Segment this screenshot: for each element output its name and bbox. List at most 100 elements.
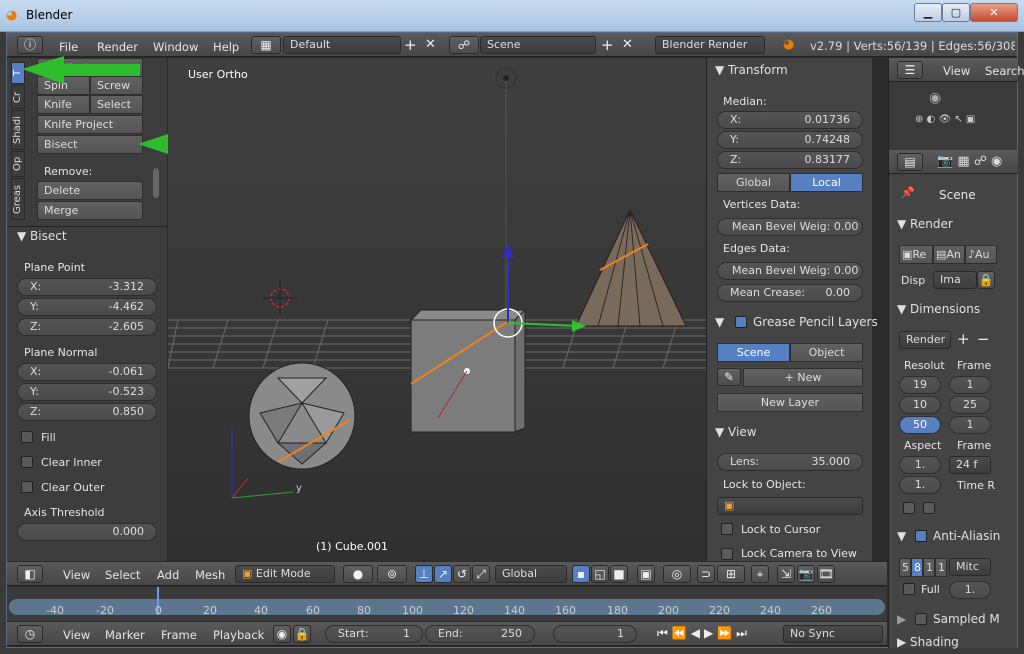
aspect-x[interactable]: 1. xyxy=(899,456,941,474)
snap-element-icon[interactable]: ⊞ xyxy=(717,565,745,583)
median-y[interactable]: Y: 0.74248 xyxy=(717,131,863,149)
timeline-editor-icon[interactable]: ◷ xyxy=(17,625,43,643)
border-checkbox[interactable] xyxy=(903,502,915,514)
knife-select-button[interactable]: Select xyxy=(90,95,143,114)
add-preset-icon[interactable]: + xyxy=(957,330,970,348)
antialias-panel-arrow[interactable]: ▼ xyxy=(897,529,906,543)
lock-object-field[interactable]: ▣ xyxy=(717,497,863,515)
frame-step[interactable]: 1 xyxy=(949,416,991,434)
knife-project-button[interactable]: Knife Project xyxy=(37,115,143,134)
local-toggle[interactable]: Local xyxy=(790,173,863,192)
timeline-menu-view[interactable]: View xyxy=(63,628,90,642)
scale-icon[interactable]: ⤢ xyxy=(472,565,490,583)
menu-file[interactable]: File xyxy=(59,40,78,54)
plane-normal-x[interactable]: X: -0.061 xyxy=(17,363,157,381)
frame-rate-select[interactable]: 24 f xyxy=(949,456,991,474)
timeline-menu-playback[interactable]: Playback xyxy=(213,628,264,642)
render-panel-title[interactable]: ▼ Render xyxy=(897,217,953,231)
timeline-scrubber[interactable] xyxy=(9,599,885,615)
new-grease-button[interactable]: + New xyxy=(743,368,863,387)
clear-inner-checkbox[interactable] xyxy=(21,456,33,468)
delete-screen-icon[interactable]: ✕ xyxy=(425,37,436,52)
lock-camera-checkbox[interactable] xyxy=(721,548,733,560)
playback-controls[interactable]: ⏮⏪◀▶⏩⏭ xyxy=(657,626,751,641)
aa-samples-5[interactable]: 5 xyxy=(899,558,911,577)
outliner-view-menu[interactable]: View xyxy=(943,64,970,78)
translate-icon[interactable]: ↗ xyxy=(434,565,452,583)
plane-point-x[interactable]: X: -3.312 xyxy=(17,278,157,296)
render-view-icon[interactable]: ⇲ xyxy=(777,565,795,583)
plane-point-y[interactable]: Y: -4.462 xyxy=(17,298,157,316)
resolution-percentage[interactable]: 50 xyxy=(899,416,941,434)
mean-bevel-vertex[interactable]: Mean Bevel Weig: 0.00 xyxy=(717,218,863,236)
transform-orientation-select[interactable]: Global xyxy=(495,565,567,583)
screen-layout-icon[interactable]: ▦ xyxy=(251,36,281,54)
pin-icon[interactable]: 📌 xyxy=(901,186,915,199)
dimensions-panel-title[interactable]: ▼ Dimensions xyxy=(897,302,980,316)
proportional-edit-icon[interactable]: ◎ xyxy=(663,565,691,583)
menu-render[interactable]: Render xyxy=(97,40,138,54)
render-animation-button[interactable]: ▤An xyxy=(933,245,965,264)
start-frame-field[interactable]: Start: 1 xyxy=(325,625,423,643)
lock-cursor-checkbox[interactable] xyxy=(721,523,733,535)
median-x[interactable]: X: 0.01736 xyxy=(717,111,863,129)
manipulator-icon[interactable]: ⊥ xyxy=(415,565,433,583)
timeline[interactable] xyxy=(7,587,887,621)
delete-scene-icon[interactable]: ✕ xyxy=(622,37,633,52)
view3d-menu-mesh[interactable]: Mesh xyxy=(195,568,225,582)
tab-options[interactable]: Op xyxy=(11,151,25,177)
snap-icon[interactable]: ⊃ xyxy=(697,565,715,583)
display-select[interactable]: Ima xyxy=(933,271,977,289)
timeline-menu-frame[interactable]: Frame xyxy=(161,628,197,642)
full-sample-checkbox[interactable] xyxy=(903,583,915,595)
add-screen-icon[interactable]: + xyxy=(404,36,417,54)
3d-view-editor-icon[interactable]: ◧ xyxy=(17,565,43,583)
plane-point-z[interactable]: Z: -2.605 xyxy=(17,318,157,336)
lock-range-icon[interactable]: 🔒 xyxy=(293,625,311,643)
opengl-anim-icon[interactable]: 🎞 xyxy=(817,565,835,583)
view-panel-title[interactable]: ▼ View xyxy=(715,425,757,439)
sampled-panel-arrow[interactable]: ▶ xyxy=(897,612,906,626)
knife-button[interactable]: Knife xyxy=(37,95,90,114)
frame-start[interactable]: 1 xyxy=(949,376,991,394)
render-image-button[interactable]: ▣Re xyxy=(899,245,933,264)
menu-window[interactable]: Window xyxy=(153,40,198,54)
rotate-icon[interactable]: ↺ xyxy=(453,565,471,583)
lock-icon[interactable]: 🔒 xyxy=(977,271,995,289)
info-editor-icon[interactable]: ⓘ xyxy=(17,36,43,54)
scene-field[interactable]: Scene xyxy=(480,36,596,54)
tool-shelf-scrollbar[interactable] xyxy=(153,168,159,198)
grease-panel-arrow[interactable]: ▼ xyxy=(715,315,724,329)
record-keyframe-icon[interactable]: ◉ xyxy=(273,625,291,643)
aspect-y[interactable]: 1. xyxy=(899,476,941,494)
tab-create[interactable]: Cr xyxy=(11,85,25,109)
aa-samples-16[interactable]: 1 xyxy=(935,558,947,577)
opengl-render-icon[interactable]: 📷 xyxy=(797,565,815,583)
minimize-button[interactable]: ▁ xyxy=(914,3,942,22)
filter-select[interactable]: Mitc xyxy=(949,558,991,576)
aa-samples-8[interactable]: 8 xyxy=(911,558,923,577)
menu-help[interactable]: Help xyxy=(213,40,239,54)
pivot-point-icon[interactable]: ⊚ xyxy=(377,565,407,583)
vertex-select-icon[interactable]: ▪ xyxy=(572,565,590,583)
add-scene-icon[interactable]: + xyxy=(601,36,614,54)
view3d-menu-view[interactable]: View xyxy=(63,568,90,582)
snap-target-icon[interactable]: ⌖ xyxy=(751,565,769,583)
merge-menu[interactable]: Merge xyxy=(37,201,143,220)
clear-outer-checkbox[interactable] xyxy=(21,481,33,493)
bisect-button[interactable]: Bisect xyxy=(37,135,143,154)
global-toggle[interactable]: Global xyxy=(717,173,790,192)
end-frame-field[interactable]: End: 250 xyxy=(425,625,535,643)
bisect-panel-title[interactable]: ▼ Bisect xyxy=(17,229,67,243)
viewport-shading-icon[interactable]: ● xyxy=(343,565,373,583)
new-layer-button[interactable]: New Layer xyxy=(717,393,863,412)
pencil-icon[interactable]: ✎ xyxy=(717,368,741,386)
edge-select-icon[interactable]: ◱ xyxy=(591,565,609,583)
plane-normal-z[interactable]: Z: 0.850 xyxy=(17,403,157,421)
render-context-icons[interactable]: 📷 ▦ ☍ ◉ xyxy=(937,154,1002,169)
properties-editor-icon[interactable]: ▤ xyxy=(897,153,923,171)
mean-bevel-edge[interactable]: Mean Bevel Weig: 0.00 xyxy=(717,262,863,280)
grease-scene-tab[interactable]: Scene xyxy=(717,343,790,362)
filter-size-field[interactable]: 1. xyxy=(949,581,991,599)
fill-checkbox[interactable] xyxy=(21,431,33,443)
